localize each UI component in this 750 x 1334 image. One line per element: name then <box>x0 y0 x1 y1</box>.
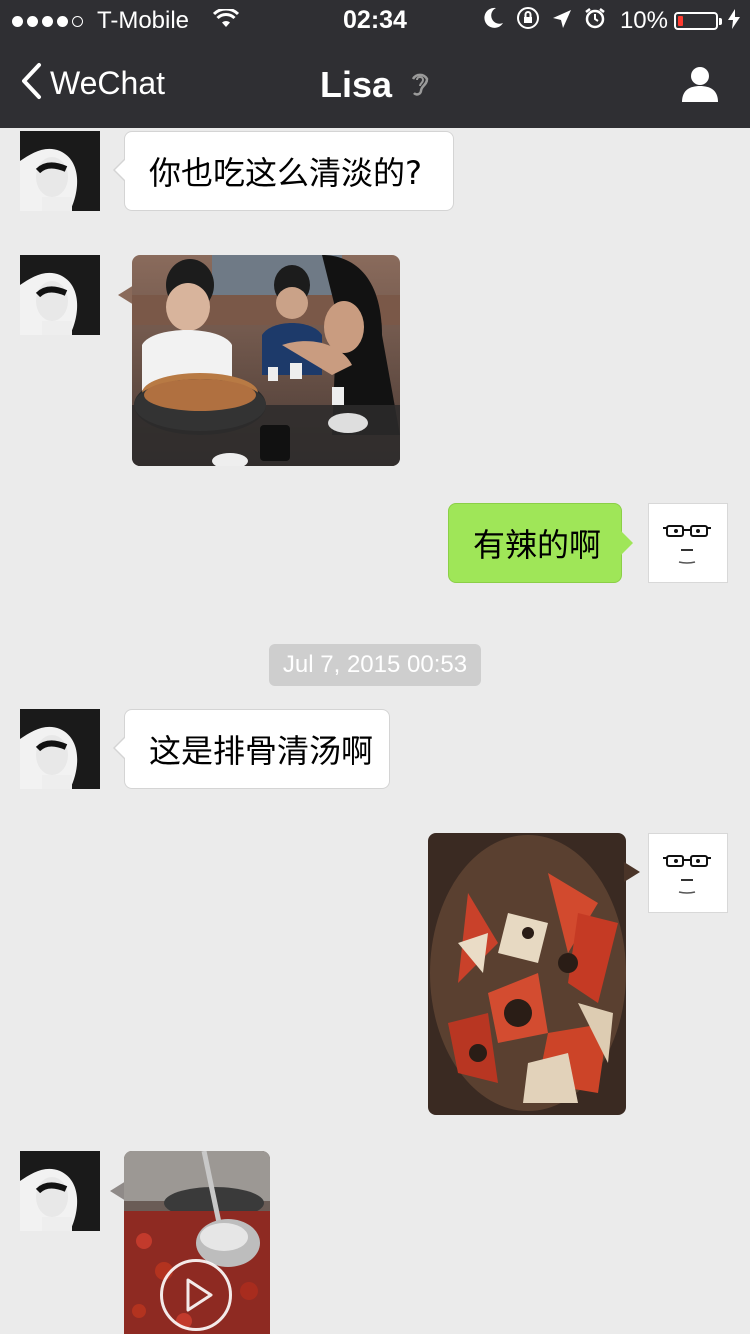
contact-avatar[interactable] <box>20 1151 100 1231</box>
chat-title: Lisa <box>0 64 750 108</box>
message-bubble-outgoing[interactable]: 有辣的啊 <box>448 503 633 583</box>
message-text: 有辣的啊 <box>473 526 602 564</box>
message-timestamp: Jul 7, 2015 00:53 <box>0 644 750 686</box>
battery-percentage: 10% <box>619 7 668 34</box>
crayfish-pot-video[interactable] <box>124 1151 270 1334</box>
navigation-bar: WeChat Lisa <box>0 44 750 128</box>
orientation-lock-icon <box>516 6 540 36</box>
earpiece-mode-icon <box>410 66 430 108</box>
alarm-icon <box>584 7 606 35</box>
battery-icon <box>674 12 722 30</box>
charging-bolt-icon <box>728 7 740 35</box>
message-list[interactable]: 你也吃这么清淡的? 有辣的啊 Jul 7, 2015 00:53 这是排骨清汤啊 <box>0 128 750 1334</box>
contact-profile-icon <box>682 67 718 102</box>
contact-name: Lisa <box>319 64 393 105</box>
hotpot-group-photo[interactable] <box>132 255 400 466</box>
bubble-tail <box>624 862 640 882</box>
message-bubble-incoming[interactable]: 你也吃这么清淡的? <box>113 131 454 211</box>
play-video-button[interactable] <box>160 1259 232 1331</box>
contact-avatar[interactable] <box>20 255 100 335</box>
my-avatar[interactable] <box>648 503 728 583</box>
message-text: 你也吃这么清淡的? <box>149 154 422 192</box>
message-text: 这是排骨清汤啊 <box>149 732 374 770</box>
top-bar: T-Mobile 02:34 10% WeChat Lisa <box>0 0 750 128</box>
play-icon <box>186 1278 213 1312</box>
moon-icon <box>484 7 504 35</box>
message-bubble-incoming[interactable]: 这是排骨清汤啊 <box>113 709 390 789</box>
contact-avatar[interactable] <box>20 709 100 789</box>
my-avatar[interactable] <box>648 833 728 913</box>
location-arrow-icon <box>552 7 572 35</box>
contact-avatar[interactable] <box>20 131 100 211</box>
status-bar: T-Mobile 02:34 10% <box>0 0 750 40</box>
contact-profile-button[interactable] <box>680 64 720 108</box>
crab-dish-photo[interactable] <box>428 833 626 1115</box>
